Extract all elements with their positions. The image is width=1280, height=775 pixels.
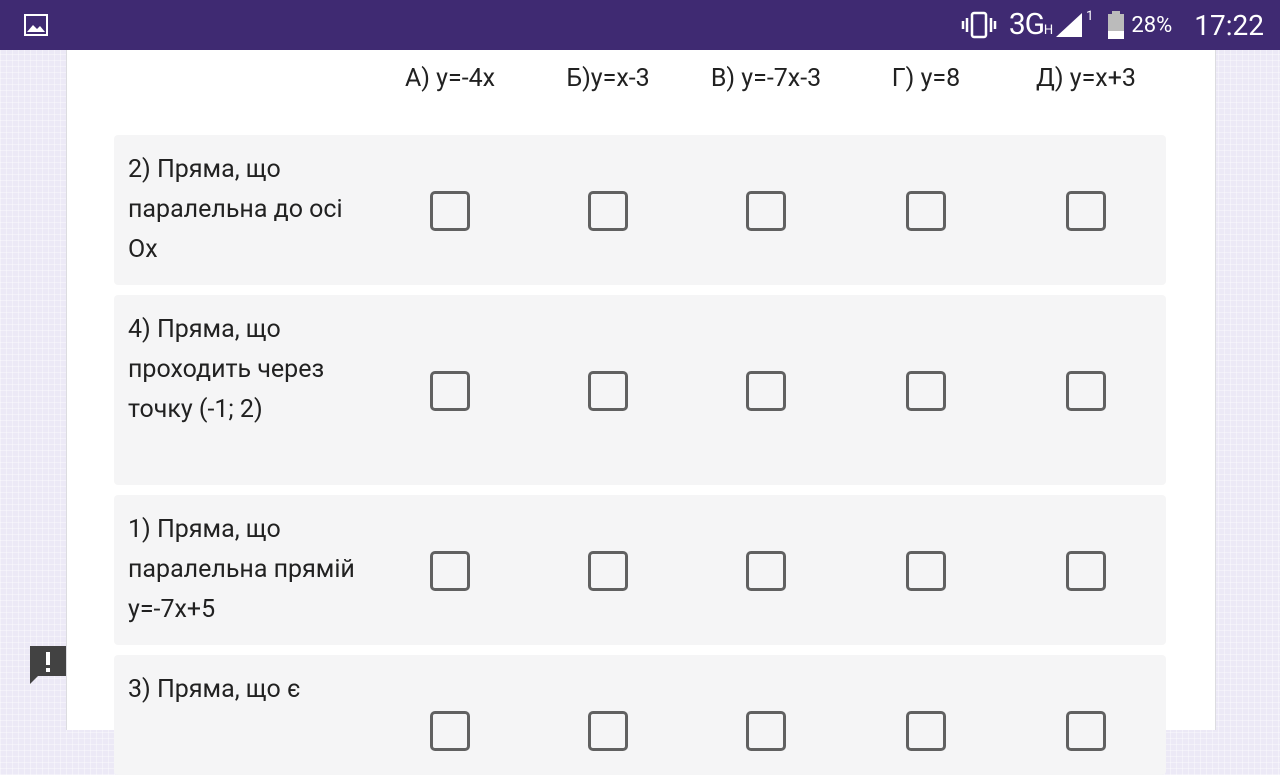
checkbox[interactable]: [430, 551, 470, 591]
column-header: Д) y=x+3: [1036, 64, 1136, 93]
grid-row: 1) Пряма, що паралельна прямій у=-7х+5: [114, 495, 1166, 645]
grid-row: 4) Пряма, що проходить через точку (-1; …: [114, 295, 1166, 485]
checkbox[interactable]: [746, 551, 786, 591]
row-label: 4) Пряма, що проходить через точку (-1; …: [128, 315, 325, 424]
checkbox[interactable]: [746, 371, 786, 411]
checkbox[interactable]: [588, 711, 628, 751]
column-header: Б)y=x-3: [566, 64, 650, 93]
status-bar: 3G H 1 28% 17:22: [0, 0, 1280, 50]
checkbox[interactable]: [1066, 371, 1106, 411]
checkbox[interactable]: [588, 551, 628, 591]
checkbox[interactable]: [430, 371, 470, 411]
checkbox[interactable]: [1066, 551, 1106, 591]
checkbox[interactable]: [588, 191, 628, 231]
checkbox[interactable]: [906, 191, 946, 231]
checkbox[interactable]: [1066, 191, 1106, 231]
checkbox[interactable]: [906, 371, 946, 411]
checkbox[interactable]: [746, 711, 786, 751]
feedback-icon[interactable]: [28, 644, 68, 686]
checkbox[interactable]: [746, 191, 786, 231]
row-label: 3) Пряма, що є: [128, 675, 301, 704]
vibrate-icon: [961, 11, 997, 39]
battery-icon: [1108, 11, 1125, 39]
row-label: 2) Пряма, що паралельна до осі Ох: [128, 155, 343, 264]
sim-number: 1: [1086, 9, 1094, 24]
network-type-label: 3G H: [1008, 7, 1053, 42]
clock: 17:22: [1194, 8, 1264, 42]
column-header: В) y=-7x-3: [710, 64, 822, 93]
checkbox[interactable]: [588, 371, 628, 411]
checkbox[interactable]: [906, 551, 946, 591]
column-header: А) y=-4x: [404, 64, 496, 93]
row-label: 1) Пряма, що паралельна прямій у=-7х+5: [128, 515, 355, 624]
grid-row: 3) Пряма, що є: [114, 655, 1166, 775]
grid-row: 2) Пряма, що паралельна до осі Ох: [114, 135, 1166, 285]
checkbox[interactable]: [1066, 711, 1106, 751]
checkbox[interactable]: [906, 711, 946, 751]
gallery-icon: [24, 14, 48, 36]
checkbox[interactable]: [430, 191, 470, 231]
signal-icon: [1056, 13, 1083, 37]
checkbox[interactable]: [430, 711, 470, 751]
column-header: Г) y=8: [891, 64, 961, 93]
battery-percent: 28%: [1131, 12, 1173, 38]
